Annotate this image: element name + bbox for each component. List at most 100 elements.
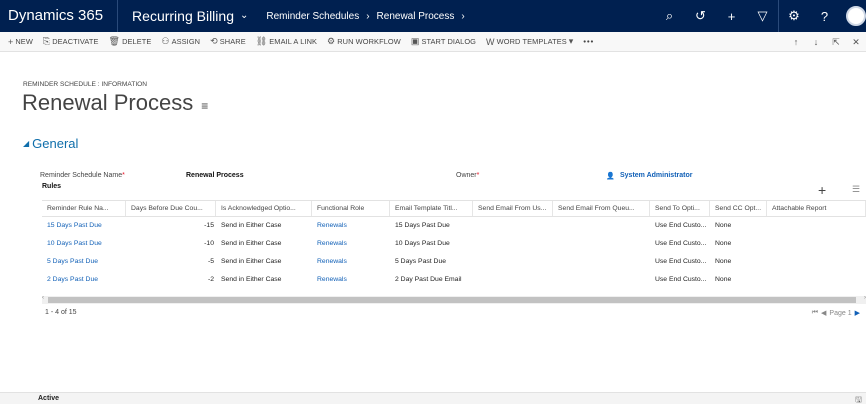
column-header-attachable-report[interactable]: Attachable Report — [767, 201, 866, 216]
top-nav-bar: Dynamics 365 Recurring Billing ⌄ Reminde… — [0, 0, 866, 32]
form-selector-icon[interactable]: ≡ — [201, 99, 208, 113]
scroll-left-icon[interactable]: ‹ — [42, 295, 44, 301]
save-icon[interactable]: 🖫 — [855, 394, 862, 404]
required-marker-icon: * — [476, 172, 480, 179]
history-icon[interactable]: ↺ — [685, 0, 716, 32]
days-cell: -10 — [204, 240, 214, 247]
workflow-icon: ⚙ — [327, 36, 336, 46]
link-icon: ⛓ — [255, 36, 268, 46]
send-cc-cell: None — [715, 222, 732, 229]
owner-field[interactable]: System Administrator — [620, 172, 692, 179]
field-row: Reminder Schedule Name* Renewal Process … — [40, 172, 866, 182]
rule-name-link[interactable]: 10 Days Past Due — [42, 235, 126, 253]
more-commands-button[interactable]: ••• — [578, 37, 599, 46]
breadcrumb-separator-icon: › — [461, 10, 465, 22]
days-cell: -2 — [207, 276, 214, 283]
reminder-schedule-name-field[interactable]: Renewal Process — [186, 172, 244, 179]
email-link-button[interactable]: ⛓ EMAIL A LINK — [251, 36, 322, 47]
close-icon[interactable]: ✕ — [846, 37, 866, 48]
area-selector[interactable]: Recurring Billing ⌄ — [118, 0, 262, 32]
acknowledged-cell: Send in Either Case — [221, 276, 282, 283]
table-row[interactable]: 10 Days Past Due -10 Send in Either Case… — [42, 235, 866, 253]
send-from-user-cell — [473, 217, 553, 235]
pager: ⏮ ◀ Page 1 ▶ — [812, 309, 860, 317]
column-header-days-before-due[interactable]: Days Before Due Cou... — [126, 201, 216, 216]
assign-icon: ⚇ — [161, 36, 170, 46]
template-cell: 15 Days Past Due — [395, 222, 450, 229]
filter-icon[interactable]: ▽ — [747, 0, 778, 32]
breadcrumb-separator-icon: › — [366, 10, 370, 22]
share-button[interactable]: ⟲ SHARE — [205, 36, 251, 47]
rule-name-link[interactable]: 15 Days Past Due — [42, 217, 126, 235]
new-button[interactable]: + NEW — [3, 37, 38, 47]
pop-out-icon[interactable]: ⇱ — [826, 37, 846, 48]
acknowledged-cell: Send in Either Case — [221, 222, 282, 229]
previous-page-icon[interactable]: ◀ — [821, 309, 826, 317]
rule-name-link[interactable]: 5 Days Past Due — [42, 253, 126, 271]
reminder-schedule-name-label: Reminder Schedule Name* — [40, 172, 125, 179]
column-header-is-acknowledged[interactable]: Is Acknowledged Optio... — [216, 201, 312, 216]
send-cc-cell: None — [715, 276, 732, 283]
dialog-icon: ▣ — [410, 36, 420, 46]
area-label: Recurring Billing — [132, 8, 234, 24]
avatar[interactable] — [846, 6, 866, 26]
plus-icon: + — [8, 36, 14, 47]
role-link[interactable]: Renewals — [312, 217, 390, 235]
days-cell: -5 — [207, 258, 214, 265]
column-header-rule-name[interactable]: Reminder Rule Na... — [42, 201, 126, 216]
previous-record-icon[interactable]: ↑ — [786, 37, 806, 47]
page-title: Renewal Process ≡ — [22, 90, 208, 116]
section-title: General — [32, 136, 79, 151]
word-templates-button[interactable]: W WORD TEMPLATES ▾ — [481, 36, 578, 47]
send-from-queue-cell — [553, 235, 650, 253]
search-icon[interactable]: ⌕ — [654, 0, 685, 32]
run-workflow-button[interactable]: ⚙ RUN WORKFLOW — [322, 36, 406, 47]
send-cc-cell: None — [715, 240, 732, 247]
section-general[interactable]: ◢ General — [23, 136, 78, 151]
rules-subgrid-title: Rules — [42, 183, 62, 190]
assign-button[interactable]: ⚇ ASSIGN — [156, 36, 205, 47]
add-rule-icon[interactable]: + — [818, 182, 826, 198]
help-icon[interactable]: ? — [809, 0, 840, 32]
table-row[interactable]: 2 Days Past Due -2 Send in Either Case R… — [42, 271, 866, 289]
dropdown-arrow-icon: ▾ — [568, 36, 574, 46]
column-header-send-cc[interactable]: Send CC Opt... — [710, 201, 767, 216]
start-dialog-button[interactable]: ▣ START DIALOG — [406, 36, 481, 47]
send-from-user-cell — [473, 271, 553, 289]
send-to-cell: Use End Custo... — [655, 222, 707, 229]
required-marker-icon: * — [122, 172, 125, 179]
page-label: Page 1 — [829, 309, 852, 317]
settings-icon[interactable]: ⚙ — [778, 0, 809, 32]
breadcrumb-renewal-process[interactable]: Renewal Process — [373, 11, 459, 22]
role-link[interactable]: Renewals — [312, 271, 390, 289]
send-cc-cell: None — [715, 258, 732, 265]
template-cell: 2 Day Past Due Email — [395, 276, 462, 283]
collapse-triangle-icon: ◢ — [23, 139, 30, 148]
acknowledged-cell: Send in Either Case — [221, 258, 282, 265]
role-link[interactable]: Renewals — [312, 253, 390, 271]
table-row[interactable]: 5 Days Past Due -5 Send in Either Case R… — [42, 253, 866, 271]
send-from-queue-cell — [553, 217, 650, 235]
column-header-send-from-queue[interactable]: Send Email From Queu... — [553, 201, 650, 216]
horizontal-scrollbar[interactable]: ‹ › — [42, 295, 866, 304]
delete-button[interactable]: 🗑 DELETE — [104, 36, 157, 47]
grid-view-icon[interactable]: ☰ — [852, 184, 860, 195]
column-header-send-to[interactable]: Send To Opti... — [650, 201, 710, 216]
column-header-functional-role[interactable]: Functional Role — [312, 201, 390, 216]
app-brand[interactable]: Dynamics 365 — [0, 0, 119, 32]
column-header-send-from-user[interactable]: Send Email From Us... — [473, 201, 553, 216]
deactivate-button[interactable]: ⎘ DEACTIVATE — [38, 36, 104, 47]
first-page-icon[interactable]: ⏮ — [812, 309, 818, 317]
column-header-email-template[interactable]: Email Template Titl... — [390, 201, 473, 216]
table-row[interactable]: 15 Days Past Due -15 Send in Either Case… — [42, 217, 866, 235]
next-record-icon[interactable]: ↓ — [806, 37, 826, 47]
breadcrumb-reminder-schedules[interactable]: Reminder Schedules — [262, 11, 363, 22]
next-page-icon[interactable]: ▶ — [855, 309, 860, 317]
add-icon[interactable]: + — [716, 0, 747, 32]
record-title-text: Renewal Process — [22, 90, 194, 115]
scrollbar-thumb[interactable] — [48, 297, 856, 303]
record-count: 1 - 4 of 15 — [45, 309, 77, 316]
rule-name-link[interactable]: 2 Days Past Due — [42, 271, 126, 289]
command-bar: + NEW ⎘ DEACTIVATE 🗑 DELETE ⚇ ASSIGN ⟲ SHARE … — [0, 32, 866, 52]
role-link[interactable]: Renewals — [312, 235, 390, 253]
